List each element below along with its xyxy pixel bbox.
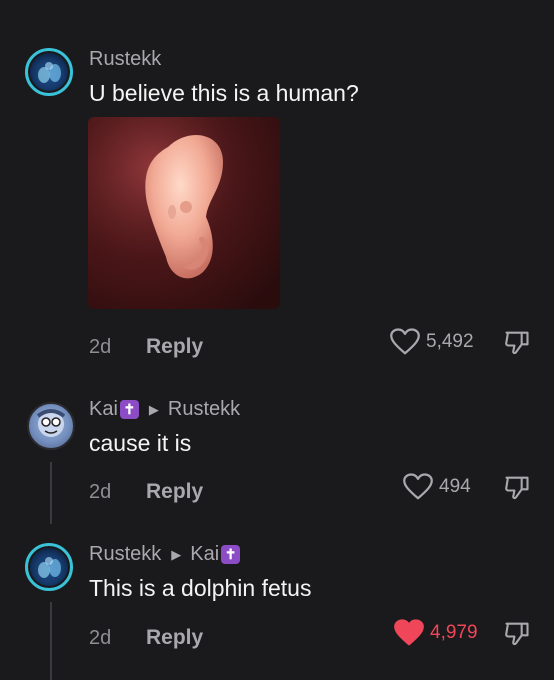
- heart-icon: [403, 473, 433, 500]
- reply-to-author[interactable]: Rustekk: [168, 398, 240, 421]
- avatar[interactable]: [25, 543, 73, 591]
- dislike-button[interactable]: [503, 619, 531, 652]
- like-count: 4,979: [430, 622, 478, 643]
- caret-right-icon: ▶: [171, 546, 182, 562]
- reply-to-author[interactable]: Kai: [190, 543, 219, 566]
- thread-line: [50, 602, 52, 680]
- thread-line: [50, 462, 52, 524]
- like-count: 5,492: [426, 331, 474, 352]
- latin-cross-icon: ✝: [119, 400, 139, 419]
- comment-text: This is a dolphin fetus: [89, 575, 312, 601]
- reply-button[interactable]: Reply: [146, 626, 203, 650]
- like-count: 494: [439, 476, 471, 497]
- comment-author[interactable]: Rustekk ▶ Kai ✝: [89, 543, 241, 566]
- reply-button[interactable]: Reply: [146, 480, 203, 504]
- heart-icon: [390, 328, 420, 355]
- comment-age: 2d: [89, 627, 112, 649]
- heart-filled-icon: [394, 619, 424, 646]
- dislike-button[interactable]: [503, 328, 531, 361]
- fetus-image: [88, 117, 280, 309]
- like-button[interactable]: 494: [403, 473, 471, 501]
- like-button[interactable]: 4,979: [394, 619, 478, 647]
- thumbs-down-icon: [505, 622, 529, 646]
- comment-author[interactable]: Kai ✝ ▶ Rustekk: [89, 398, 240, 421]
- avatar-image: [38, 557, 61, 578]
- dislike-button[interactable]: [503, 473, 531, 506]
- like-button[interactable]: 5,492: [390, 328, 474, 356]
- comment-text: U believe this is a human?: [89, 80, 359, 106]
- avatar[interactable]: [27, 402, 75, 450]
- thumbs-down-icon: [505, 476, 529, 500]
- latin-cross-icon: ✝: [221, 545, 241, 564]
- comment-age: 2d: [89, 336, 112, 358]
- comment-age: 2d: [89, 481, 112, 503]
- comment-text: cause it is: [89, 430, 192, 456]
- avatar-image: [38, 62, 61, 83]
- caret-right-icon: ▶: [148, 401, 159, 417]
- reply-button[interactable]: Reply: [146, 335, 203, 359]
- avatar[interactable]: [25, 48, 73, 96]
- comment-image[interactable]: [88, 117, 280, 309]
- avatar-image: [36, 409, 66, 437]
- comment-author[interactable]: Rustekk: [89, 48, 161, 71]
- thumbs-down-icon: [505, 331, 529, 355]
